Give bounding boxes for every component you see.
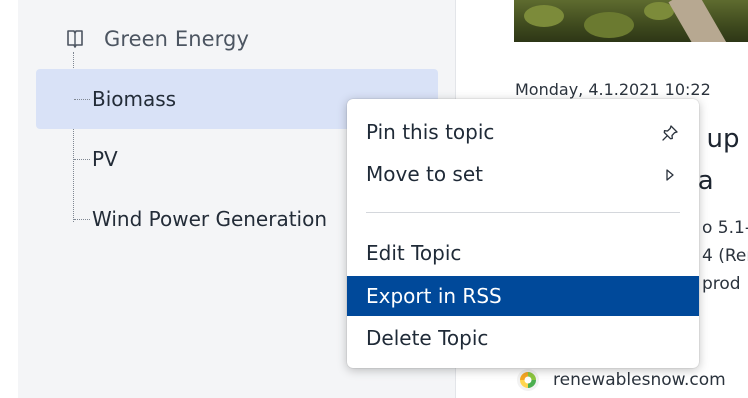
chevron-right-icon	[661, 165, 679, 183]
topic-label: Biomass	[92, 87, 177, 111]
app-window: Green Energy Biomass PV Wind Power Gener…	[0, 0, 748, 398]
menu-item-pin-topic[interactable]: Pin this topic	[347, 112, 699, 152]
topic-set-header[interactable]: Green Energy	[64, 22, 249, 56]
menu-separator	[366, 212, 680, 213]
menu-item-edit-topic[interactable]: Edit Topic	[347, 233, 699, 273]
book-icon	[64, 28, 86, 50]
article-excerpt-line: o 5.1-	[702, 218, 748, 238]
menu-item-export-rss[interactable]: Export in RSS	[347, 276, 699, 316]
menu-item-label: Delete Topic	[366, 326, 489, 350]
article-excerpt-line: prod	[702, 274, 741, 294]
tree-branch	[74, 158, 90, 160]
topic-set-title: Green Energy	[104, 27, 249, 51]
article-date: Monday, 4.1.2021 10:22	[515, 80, 711, 99]
source-name: renewablesnow.com	[553, 370, 726, 390]
menu-item-delete-topic[interactable]: Delete Topic	[347, 318, 699, 358]
tree-branch	[74, 218, 90, 220]
topic-label: Wind Power Generation	[92, 207, 328, 231]
article-image	[514, 0, 748, 42]
topic-label: PV	[92, 147, 118, 171]
menu-item-label: Move to set	[366, 162, 483, 186]
article-excerpt-line: 4 (Ren	[702, 246, 748, 266]
menu-item-label: Export in RSS	[366, 284, 502, 308]
menu-item-label: Pin this topic	[366, 120, 495, 144]
article-source[interactable]: renewablesnow.com	[515, 367, 726, 393]
menu-item-move-to-set[interactable]: Move to set	[347, 154, 699, 194]
menu-item-label: Edit Topic	[366, 241, 462, 265]
tree-branch	[74, 98, 90, 100]
pin-icon	[661, 123, 679, 141]
source-logo-icon	[515, 367, 541, 393]
article-excerpt: o 5.1- 4 (Ren prod	[702, 214, 748, 298]
topic-context-menu: Pin this topic Move to set Edit Topic Ex…	[347, 99, 699, 368]
